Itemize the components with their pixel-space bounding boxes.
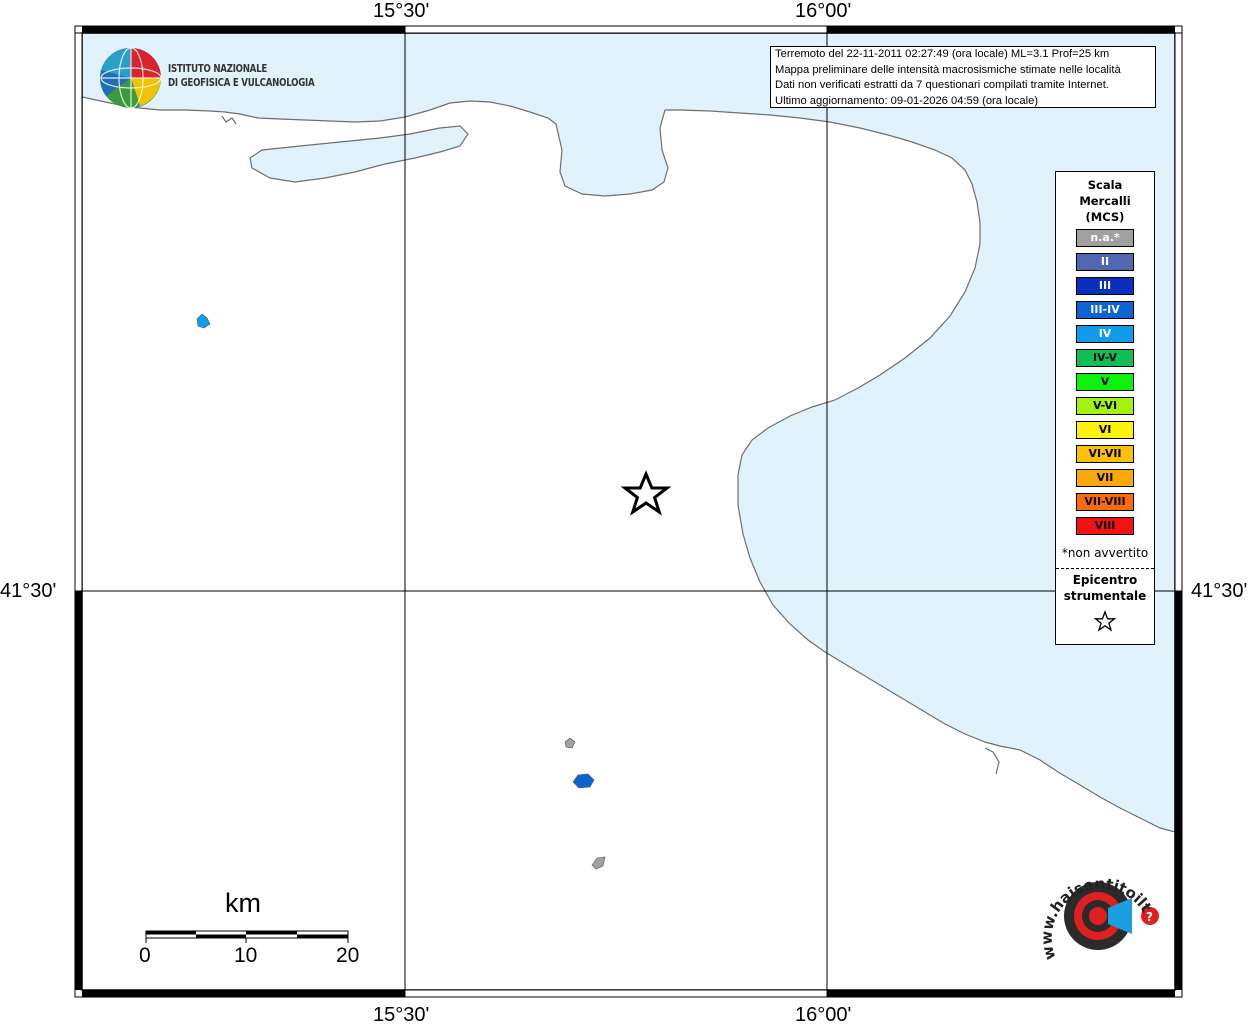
- legend-swatch: IV: [1076, 325, 1134, 343]
- legend-swatch: VI: [1076, 421, 1134, 439]
- event-info-box: Terremoto del 22-11-2011 02:27:49 (ora l…: [770, 46, 1156, 108]
- legend-epicenter-line: Epicentro: [1072, 573, 1138, 587]
- legend-title-line: Scala: [1087, 178, 1123, 192]
- info-line: Dati non verificati estratti da 7 questi…: [775, 79, 1109, 91]
- legend-swatch: n.a.*: [1076, 229, 1134, 247]
- legend-note: *non avvertito: [1061, 546, 1149, 560]
- frame-right-top: [1174, 32, 1183, 592]
- scale-tick-label: 0: [139, 944, 151, 967]
- info-line: Terremoto del 22-11-2011 02:27:49 (ora l…: [775, 48, 1110, 60]
- legend-title: Scala Mercalli (MCS): [1056, 177, 1154, 225]
- legend-swatch: IV-V: [1076, 349, 1134, 367]
- legend-swatch: VII: [1076, 469, 1134, 487]
- legend-swatch: VI-VII: [1076, 445, 1134, 463]
- legend-epicenter-label: Epicentro strumentale: [1056, 572, 1154, 604]
- lat-label-right: 41°30': [1191, 580, 1248, 602]
- legend-swatch: II: [1076, 253, 1134, 271]
- frame-bottom-mid: [404, 989, 828, 998]
- ingv-line-1: ISTITUTO NAZIONALE: [168, 63, 267, 75]
- scale-tick-label: 20: [336, 944, 360, 967]
- legend-swatch: VII-VIII: [1076, 493, 1134, 511]
- frame-left-top: [74, 32, 83, 592]
- legend-swatch: III-IV: [1076, 301, 1134, 319]
- legend-swatch: III: [1076, 277, 1134, 295]
- info-line: Ultimo aggiornamento: 09-01-2026 04:59 (…: [775, 94, 1039, 107]
- legend-star-icon: [1093, 610, 1117, 632]
- legend-title-line: (MCS): [1085, 210, 1125, 224]
- legend-divider: [1056, 568, 1154, 569]
- lon-label-top-2: 16°00': [795, 0, 852, 22]
- scale-tick-label: 10: [234, 944, 258, 967]
- scale-bar-title: km: [225, 888, 261, 918]
- lon-label-top-1: 15°30': [373, 0, 430, 22]
- legend-epicenter-line: strumentale: [1063, 589, 1147, 603]
- ingv-logo: [99, 47, 162, 109]
- legend-swatch: VIII: [1076, 517, 1134, 535]
- legend-title-line: Mercalli: [1079, 194, 1131, 208]
- frame-top-mid: [404, 25, 828, 34]
- lat-label-left: 41°30': [0, 580, 57, 602]
- haisentito-logo: ? www.haisentitoilterremoto.it: [1036, 858, 1159, 962]
- ingv-name: ISTITUTO NAZIONALE DI GEOFISICA E VULCAN…: [168, 62, 315, 90]
- info-line: Mappa preliminare delle intensità macros…: [775, 63, 1121, 76]
- ingv-line-2: DI GEOFISICA E VULCANOLOGIA: [168, 77, 315, 89]
- frame-top-left: [82, 26, 405, 33]
- legend-swatch: V: [1076, 373, 1134, 391]
- intensity-legend: Scala Mercalli (MCS) n.a.* II III III-IV IV I…: [1055, 171, 1155, 645]
- legend-swatch: V-VI: [1076, 397, 1134, 415]
- svg-text:?: ?: [1146, 910, 1153, 924]
